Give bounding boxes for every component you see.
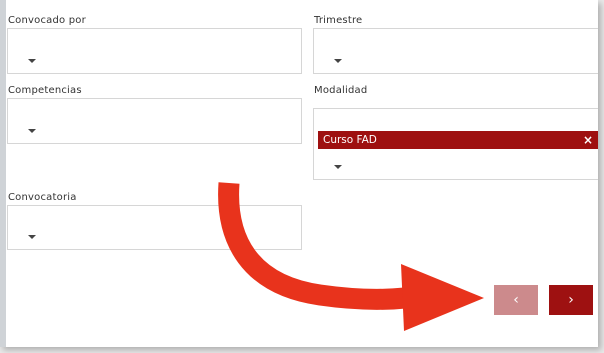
chevron-right-icon: › — [568, 292, 574, 308]
chevron-down-icon — [334, 59, 342, 63]
next-page-button[interactable]: › — [549, 285, 593, 315]
modalidad-label: Modalidad — [314, 85, 368, 96]
convocatoria-select[interactable] — [7, 205, 302, 250]
tag-remove-icon[interactable]: × — [583, 131, 593, 149]
tag-label: Curso FAD — [323, 134, 377, 146]
competencias-select[interactable] — [7, 98, 302, 144]
trimestre-select[interactable] — [313, 28, 598, 74]
chevron-down-icon — [28, 59, 36, 63]
previous-page-button[interactable]: ‹ — [494, 285, 538, 315]
chevron-down-icon — [334, 165, 342, 169]
left-edge-bar — [0, 0, 6, 347]
filter-panel: Convocado por Trimestre Competencias Mod… — [0, 0, 598, 347]
competencias-label: Competencias — [8, 85, 82, 96]
chevron-down-icon — [28, 129, 36, 133]
trimestre-label: Trimestre — [314, 15, 363, 26]
convocado-por-select[interactable] — [7, 28, 302, 74]
modalidad-select[interactable]: Curso FAD × — [313, 108, 598, 180]
chevron-left-icon: ‹ — [513, 292, 519, 308]
chevron-down-icon — [28, 235, 36, 239]
convocado-por-label: Convocado por — [8, 15, 86, 26]
convocatoria-label: Convocatoria — [8, 192, 77, 203]
modalidad-selected-tag: Curso FAD × — [318, 131, 598, 149]
